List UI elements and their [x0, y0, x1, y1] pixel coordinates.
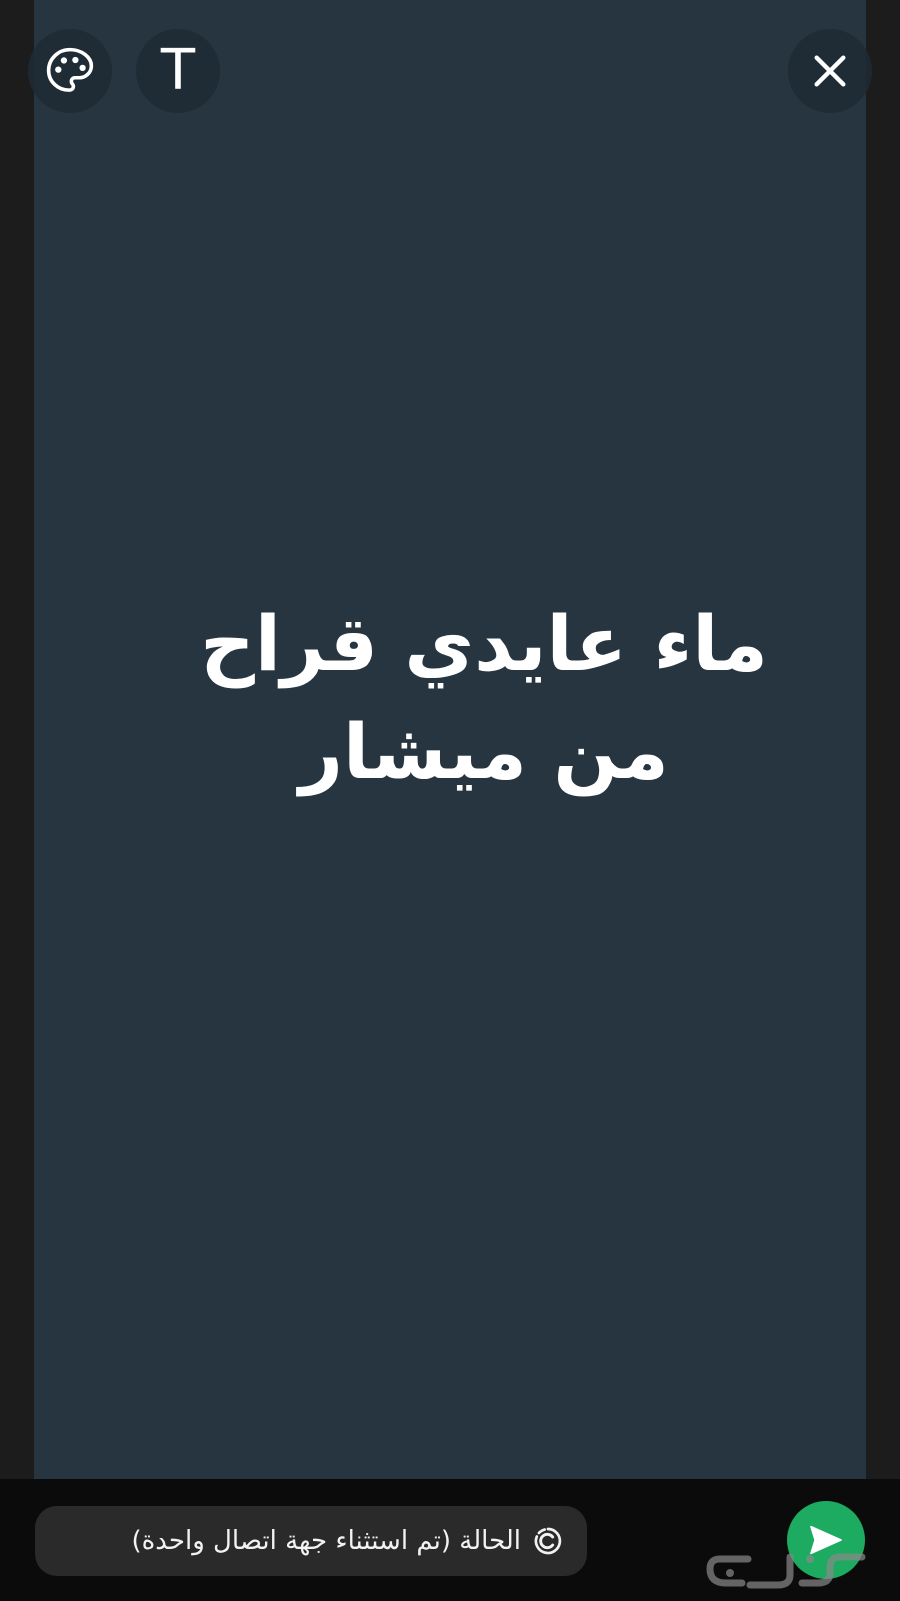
text-style-button[interactable]: T [136, 29, 220, 113]
text-tool-label: T [160, 38, 196, 103]
status-text-canvas[interactable]: ماء عايدي قراح من ميشار [34, 0, 866, 1479]
close-icon [814, 55, 846, 87]
status-audience-label: الحالة (تم استثناء جهة اتصال واحدة) [131, 1526, 522, 1556]
palette-icon [46, 47, 94, 92]
haraj-watermark-logo [706, 1553, 866, 1589]
close-button[interactable] [788, 29, 872, 113]
palette-button[interactable] [28, 29, 112, 113]
status-text[interactable]: ماء عايدي قراح من ميشار [154, 590, 814, 806]
status-compose-screen: ماء عايدي قراح من ميشار T الحالة (تم است… [0, 0, 900, 1601]
status-ring-icon [531, 1524, 565, 1558]
status-audience-selector[interactable]: الحالة (تم استثناء جهة اتصال واحدة) [35, 1506, 587, 1576]
